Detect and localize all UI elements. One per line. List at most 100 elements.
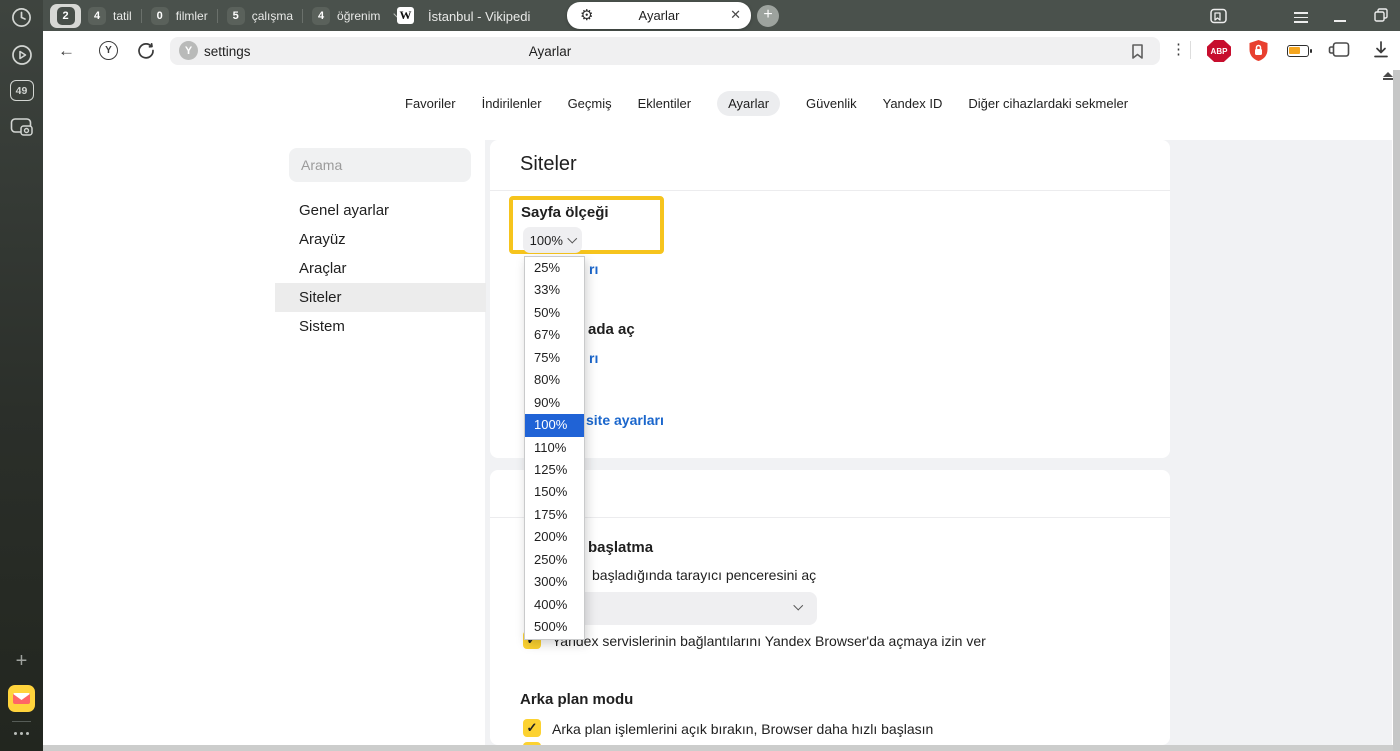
menu-siteler-selected[interactable]: Siteler <box>275 283 486 312</box>
obscured-link-fragment[interactable]: rı <box>589 261 598 277</box>
site-ayarlari-link-fragment[interactable]: site ayarları <box>586 412 664 428</box>
menu-sistem[interactable]: Sistem <box>275 312 486 341</box>
side-panel-toggle-icon[interactable] <box>1210 8 1227 24</box>
protect-shield-icon[interactable] <box>1248 39 1269 62</box>
history-clock-icon[interactable] <box>0 7 43 28</box>
checkbox-yandex-links-label[interactable]: Yandex servislerinin bağlantılarını Yand… <box>552 633 986 649</box>
tab-group-calisma[interactable]: 5 çalışma <box>227 7 293 25</box>
vertical-scrollbar[interactable] <box>1393 70 1400 751</box>
sidebar-more-icon[interactable] <box>0 732 43 735</box>
scroll-up-arrow-base <box>1383 78 1393 80</box>
menu-hamburger-icon[interactable] <box>1294 9 1308 26</box>
tab-group-active[interactable]: 2 <box>50 4 81 28</box>
tab-counter-icon[interactable]: 49 <box>0 80 43 101</box>
nav-diger-cihazlar[interactable]: Diğer cihazlardaki sekmeler <box>968 96 1128 111</box>
zoom-option-110[interactable]: 110% <box>525 437 584 459</box>
tab-ayarlar-active[interactable]: ⚙ Ayarlar ✕ <box>567 2 751 29</box>
zoom-option-75[interactable]: 75% <box>525 347 584 369</box>
background-mode-heading: Arka plan modu <box>520 691 633 708</box>
group-divider <box>141 9 142 23</box>
new-tab-button[interactable]: + <box>757 5 779 27</box>
battery-saver-icon[interactable] <box>1287 45 1309 57</box>
nav-gecmis[interactable]: Geçmiş <box>568 96 612 111</box>
card-divider <box>490 517 1170 518</box>
tab-strip: 2 4 tatil 0 filmler 5 çalışma 4 öğrenim <box>43 0 1400 31</box>
zoom-option-90[interactable]: 90% <box>525 392 584 414</box>
yandex-home-icon[interactable]: Y <box>99 41 118 60</box>
group-label: tatil <box>113 9 132 23</box>
nav-guvenlik[interactable]: Güvenlik <box>806 96 857 111</box>
tab-counter-value: 49 <box>10 80 34 101</box>
group-label: çalışma <box>252 9 293 23</box>
yandex-collections-icon[interactable] <box>1328 40 1350 60</box>
checkbox-background-mode-label[interactable]: Arka plan işlemlerini açık bırakın, Brow… <box>552 721 933 737</box>
screenshot-icon[interactable] <box>0 116 43 138</box>
zoom-option-125[interactable]: 125% <box>525 459 584 481</box>
page-scale-dropdown: 25% 33% 50% 67% 75% 80% 90% 100% 110% 12… <box>524 256 585 640</box>
video-play-icon[interactable] <box>0 44 43 66</box>
scroll-up-arrow-icon[interactable] <box>1383 72 1393 77</box>
page-scale-select[interactable]: 100% <box>523 227 582 253</box>
chevron-down-icon <box>568 234 577 243</box>
tab-group-ogrenim[interactable]: 4 öğrenim <box>312 7 380 25</box>
menu-arayuz[interactable]: Arayüz <box>275 225 486 254</box>
bookmark-flag-icon[interactable] <box>1130 43 1145 60</box>
nav-eklentiler[interactable]: Eklentiler <box>638 96 691 111</box>
zoom-option-300[interactable]: 300% <box>525 571 584 593</box>
horizontal-scrollbar[interactable] <box>43 745 1400 751</box>
group-count: 4 <box>88 7 106 25</box>
zoom-option-250[interactable]: 250% <box>525 549 584 571</box>
zoom-option-50[interactable]: 50% <box>525 302 584 324</box>
left-side-panel: 49 + <box>0 0 43 751</box>
nav-indirilenler[interactable]: İndirilenler <box>482 96 542 111</box>
tab-close-icon[interactable]: ✕ <box>730 7 741 23</box>
zoom-option-400[interactable]: 400% <box>525 594 584 616</box>
menu-genel-ayarlar[interactable]: Genel ayarlar <box>275 196 486 225</box>
window-restore-button[interactable] <box>1374 8 1388 22</box>
obscured-link-fragment[interactable]: rı <box>589 350 598 366</box>
group-count: 5 <box>227 7 245 25</box>
zoom-option-80[interactable]: 80% <box>525 369 584 391</box>
zoom-option-150[interactable]: 150% <box>525 481 584 503</box>
nav-ayarlar-active[interactable]: Ayarlar <box>717 91 780 116</box>
tab-wikipedia[interactable]: İstanbul - Vikipedi <box>428 9 530 24</box>
zoom-option-25[interactable]: 25% <box>525 257 584 279</box>
page-scale-value: 100% <box>530 233 563 248</box>
url-text[interactable]: settings <box>204 44 251 59</box>
group-label: filmler <box>176 9 208 23</box>
zoom-option-200[interactable]: 200% <box>525 526 584 548</box>
kebab-menu-icon[interactable]: ⋮ <box>1171 40 1186 58</box>
yandex-browser-window: 49 + 2 4 tatil 0 filmler 5 <box>0 0 1400 751</box>
settings-top-nav: Favoriler İndirilenler Geçmiş Eklentiler… <box>405 90 1128 116</box>
zoom-option-100-selected[interactable]: 100% <box>525 414 584 436</box>
back-button[interactable]: ← <box>58 41 75 61</box>
zoom-option-175[interactable]: 175% <box>525 504 584 526</box>
zoom-option-67[interactable]: 67% <box>525 324 584 346</box>
nav-yandex-id[interactable]: Yandex ID <box>883 96 943 111</box>
window-minimize-button[interactable] <box>1334 20 1346 22</box>
obscured-baslatma-heading: başlatma <box>588 539 653 556</box>
menu-araclar[interactable]: Araçlar <box>275 254 486 283</box>
group-divider <box>302 9 303 23</box>
reload-icon[interactable] <box>137 41 155 60</box>
check-icon: ✓ <box>527 720 538 736</box>
address-bar[interactable] <box>170 37 1160 65</box>
yandex-mail-icon[interactable] <box>0 685 43 712</box>
sidebar-add-icon[interactable]: + <box>0 650 43 673</box>
zoom-option-500[interactable]: 500% <box>525 616 584 638</box>
settings-favicon: Y <box>179 41 198 60</box>
zoom-option-33[interactable]: 33% <box>525 279 584 301</box>
tab-group-filmler[interactable]: 0 filmler <box>151 7 208 25</box>
nav-favoriler[interactable]: Favoriler <box>405 96 456 111</box>
tab-group-tatil[interactable]: 4 tatil <box>88 7 132 25</box>
adblock-plus-icon[interactable]: ABP <box>1207 40 1231 62</box>
settings-menu: Genel ayarlar Arayüz Araçlar Siteler Sis… <box>275 196 486 341</box>
download-icon[interactable] <box>1373 41 1389 59</box>
tab-group-active-count: 2 <box>57 7 75 25</box>
siteler-card <box>490 140 1170 458</box>
obscured-startup-checkbox-label[interactable]: başladığında tarayıcı penceresini aç <box>592 567 816 583</box>
obscured-heading-fragment: ada aç <box>588 321 635 338</box>
settings-search-input[interactable] <box>289 148 471 182</box>
sidebar-divider <box>12 721 31 722</box>
checkbox-background-mode[interactable]: ✓ <box>523 719 541 737</box>
